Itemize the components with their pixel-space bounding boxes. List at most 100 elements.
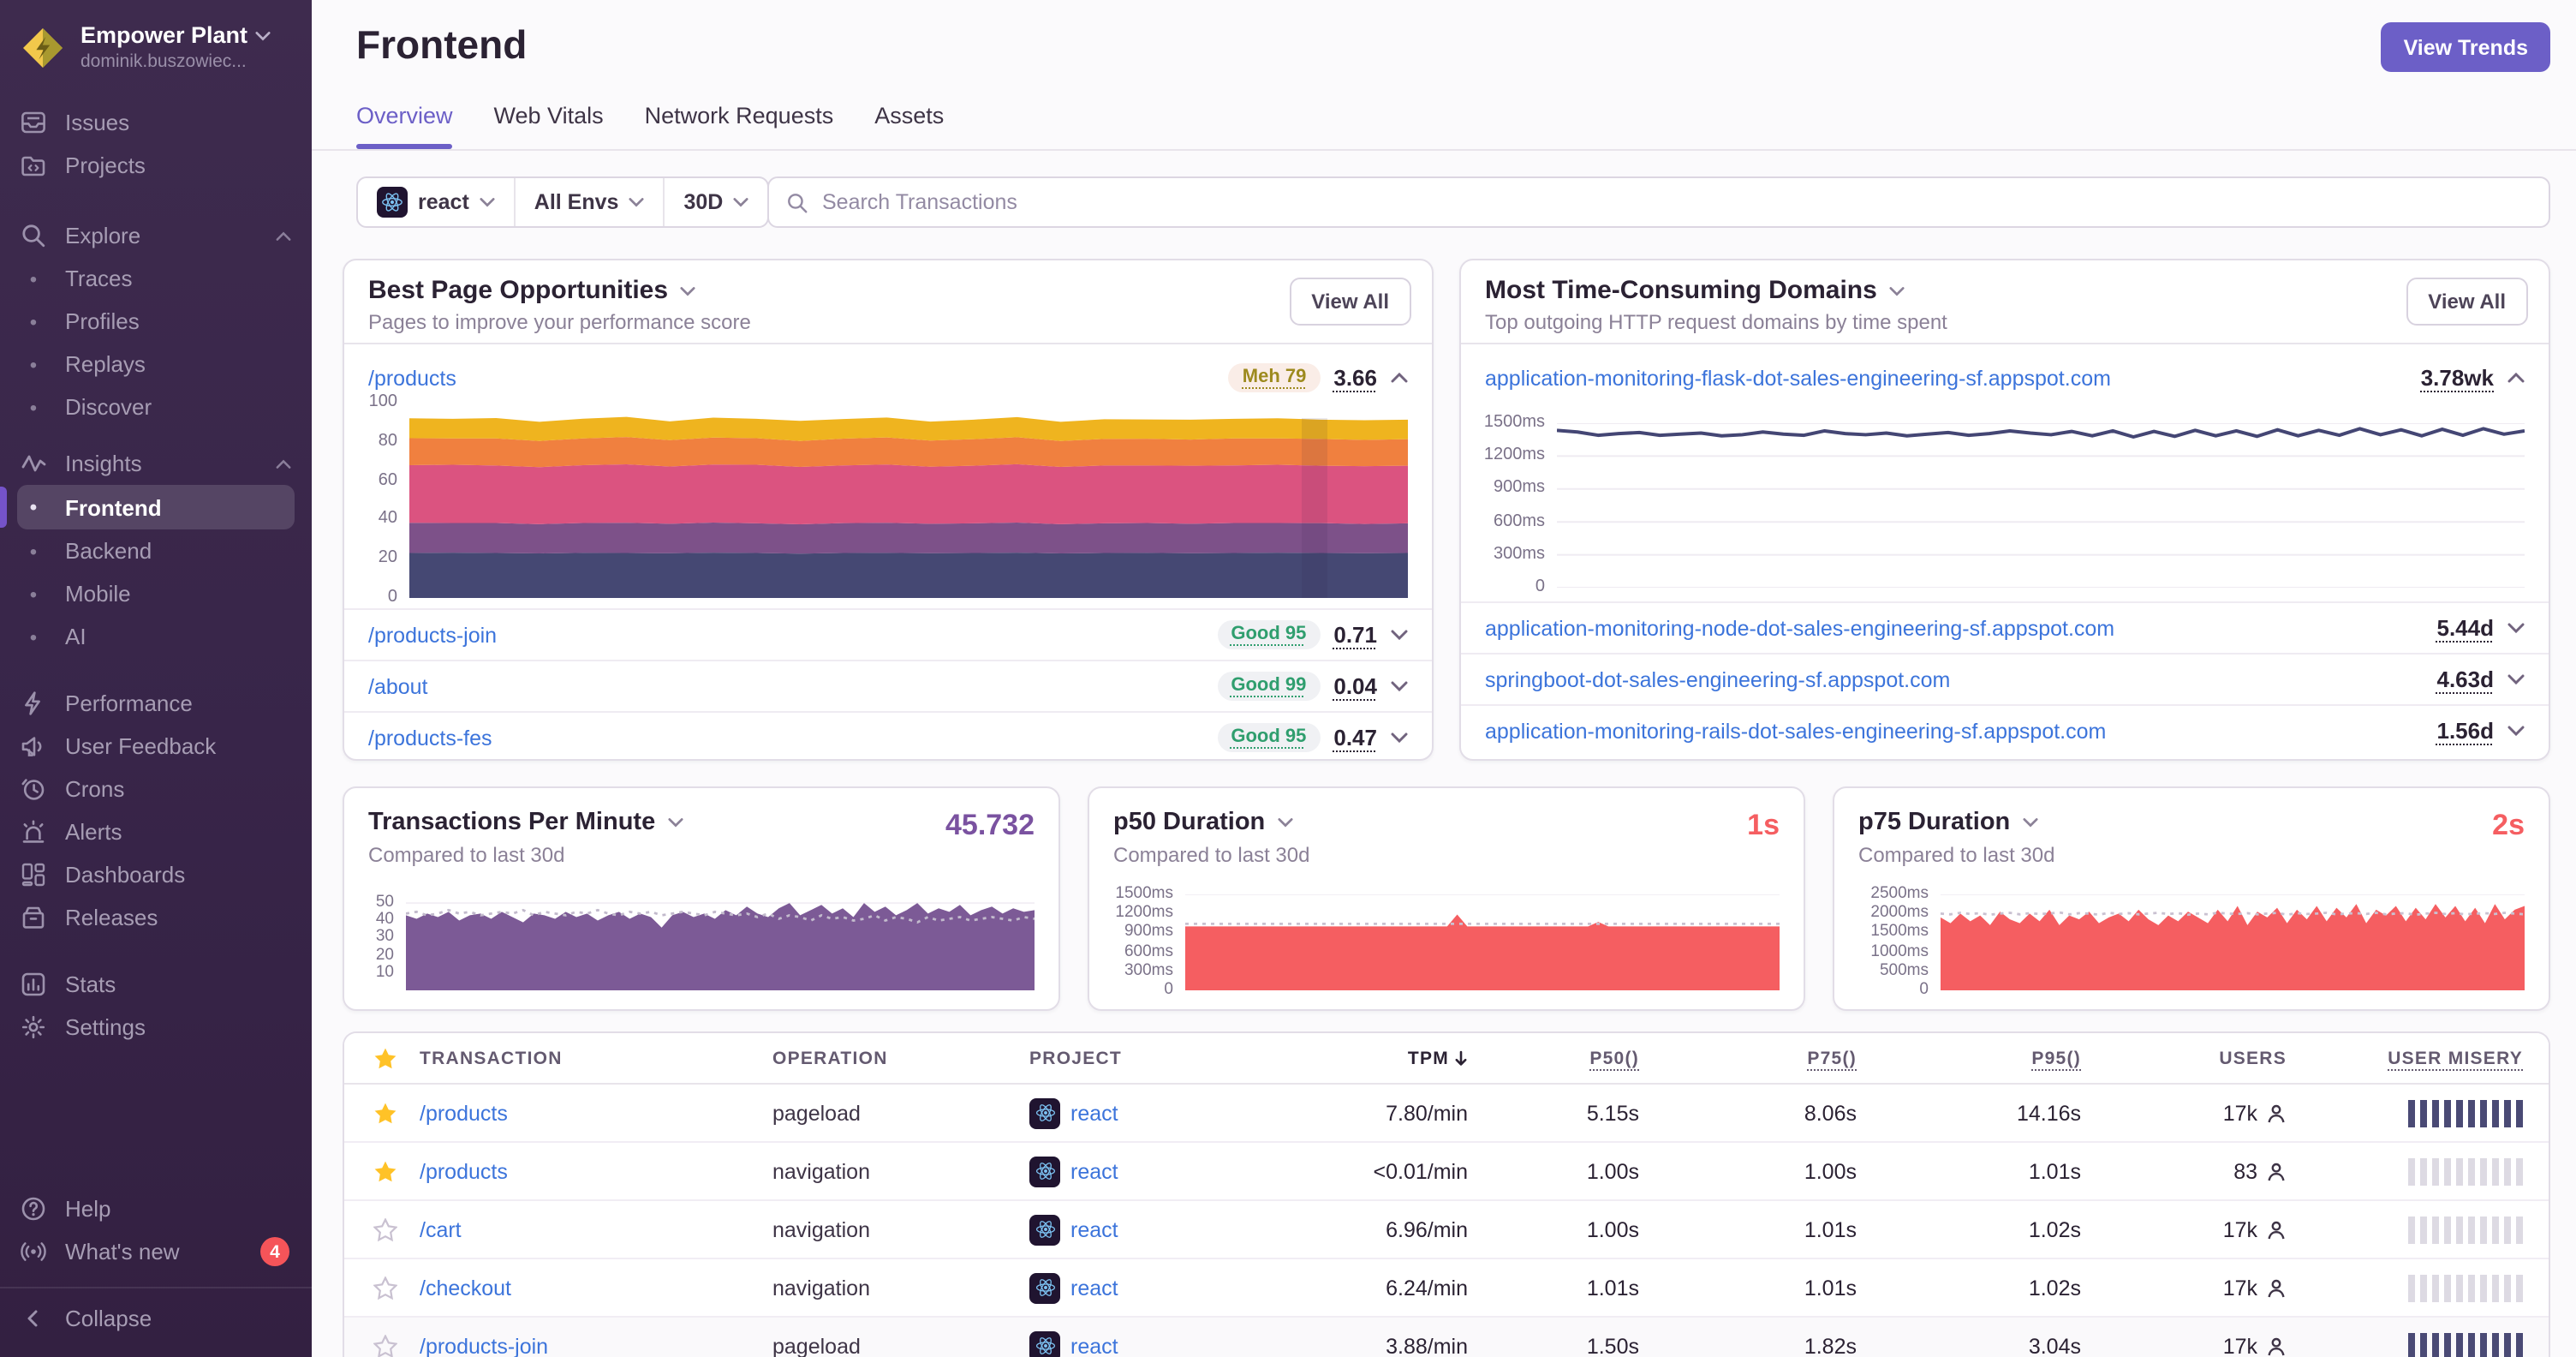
- sidebar-item-help[interactable]: Help: [0, 1187, 312, 1230]
- sidebar-item-issues[interactable]: Issues: [0, 101, 312, 144]
- score-badge[interactable]: Good 99: [1217, 672, 1321, 701]
- sidebar-item-settings[interactable]: Settings: [0, 1006, 312, 1049]
- sidebar-item-frontend[interactable]: • Frontend: [0, 485, 295, 529]
- chevron-up-icon[interactable]: [2507, 372, 2525, 384]
- chevron-down-icon[interactable]: [2507, 673, 2525, 685]
- tab-overview[interactable]: Overview: [356, 103, 454, 149]
- tab-network-requests[interactable]: Network Requests: [645, 103, 834, 149]
- domain-link[interactable]: application-monitoring-rails-dot-sales-e…: [1485, 719, 2106, 743]
- time-spent-value[interactable]: 3.78wk: [2421, 365, 2494, 391]
- transaction-link[interactable]: /cart: [420, 1217, 462, 1241]
- chevron-down-icon[interactable]: [1391, 629, 1408, 641]
- table-row[interactable]: /products navigation react <0.01/min 1.0…: [344, 1143, 2549, 1201]
- score-badge[interactable]: Good 95: [1217, 620, 1321, 649]
- project-link[interactable]: react: [1070, 1159, 1118, 1183]
- page-link[interactable]: /products-join: [368, 623, 497, 647]
- favorite-star-icon[interactable]: [373, 1276, 397, 1300]
- project-link[interactable]: react: [1070, 1217, 1118, 1241]
- domain-row[interactable]: springboot-dot-sales-engineering-sf.apps…: [1461, 653, 2549, 704]
- view-all-button[interactable]: View All: [1289, 278, 1411, 326]
- page-link[interactable]: /products-fes: [368, 726, 492, 750]
- chevron-up-icon[interactable]: [1391, 372, 1408, 384]
- sidebar-item-mobile[interactable]: • Mobile: [0, 572, 312, 615]
- sidebar-item-discover[interactable]: • Discover: [0, 386, 312, 428]
- domain-row[interactable]: application-monitoring-rails-dot-sales-e…: [1461, 704, 2549, 756]
- sidebar-item-projects[interactable]: Projects: [0, 144, 312, 187]
- column-header-p95[interactable]: P95(): [1857, 1048, 2081, 1068]
- sidebar-item-whats-new[interactable]: What's new 4: [0, 1230, 312, 1273]
- chevron-down-icon[interactable]: [680, 285, 695, 296]
- column-header-users[interactable]: USERS: [2081, 1048, 2287, 1068]
- column-header-project[interactable]: PROJECT: [1029, 1048, 1303, 1068]
- tab-web-vitals[interactable]: Web Vitals: [494, 103, 604, 149]
- sidebar-item-alerts[interactable]: Alerts: [0, 810, 312, 853]
- sidebar-item-replays[interactable]: • Replays: [0, 343, 312, 386]
- project-filter[interactable]: react: [358, 178, 514, 226]
- column-header-operation[interactable]: OPERATION: [772, 1048, 1029, 1068]
- date-range-filter[interactable]: 30D: [663, 178, 767, 226]
- chevron-down-icon[interactable]: [1391, 732, 1408, 744]
- table-row[interactable]: /checkout navigation react 6.24/min 1.01…: [344, 1259, 2549, 1318]
- project-link[interactable]: react: [1070, 1101, 1118, 1125]
- chevron-down-icon[interactable]: [2022, 817, 2037, 828]
- sidebar-group-explore[interactable]: Explore: [0, 214, 312, 257]
- chevron-down-icon[interactable]: [2507, 622, 2525, 634]
- chevron-down-icon[interactable]: [2507, 725, 2525, 737]
- view-trends-button[interactable]: View Trends: [2381, 22, 2550, 72]
- view-all-button[interactable]: View All: [2406, 278, 2528, 326]
- opportunity-score[interactable]: 0.47: [1333, 725, 1377, 750]
- domain-link[interactable]: springboot-dot-sales-engineering-sf.apps…: [1485, 667, 1950, 691]
- sidebar-item-dashboards[interactable]: Dashboards: [0, 853, 312, 896]
- chevron-down-icon[interactable]: [1889, 285, 1905, 296]
- table-row[interactable]: /products-join pageload react 3.88/min 1…: [344, 1318, 2549, 1357]
- transaction-link[interactable]: /products: [420, 1159, 508, 1183]
- column-header-p50[interactable]: P50(): [1468, 1048, 1639, 1068]
- project-link[interactable]: react: [1070, 1276, 1118, 1300]
- table-row[interactable]: /products pageload react 7.80/min 5.15s …: [344, 1085, 2549, 1143]
- sidebar-item-backend[interactable]: • Backend: [0, 529, 312, 572]
- domain-row[interactable]: application-monitoring-node-dot-sales-en…: [1461, 601, 2549, 653]
- sidebar-item-user-feedback[interactable]: User Feedback: [0, 725, 312, 768]
- sidebar-item-performance[interactable]: Performance: [0, 682, 312, 725]
- column-header-transaction[interactable]: TRANSACTION: [420, 1048, 772, 1068]
- tab-assets[interactable]: Assets: [874, 103, 944, 149]
- opportunity-row[interactable]: /products-join Good 95 0.71: [344, 608, 1432, 660]
- sidebar-item-crons[interactable]: Crons: [0, 768, 312, 810]
- project-link[interactable]: react: [1070, 1334, 1118, 1357]
- sidebar-group-insights[interactable]: Insights: [0, 442, 312, 485]
- domain-link[interactable]: application-monitoring-node-dot-sales-en…: [1485, 616, 2114, 640]
- column-header-tpm[interactable]: TPM: [1303, 1048, 1468, 1068]
- page-link[interactable]: /products: [368, 366, 456, 390]
- opportunity-score[interactable]: 0.71: [1333, 622, 1377, 648]
- environment-filter[interactable]: All Envs: [513, 178, 664, 226]
- transaction-link[interactable]: /checkout: [420, 1276, 511, 1300]
- domain-link[interactable]: application-monitoring-flask-dot-sales-e…: [1485, 366, 2111, 390]
- column-header-p75[interactable]: P75(): [1639, 1048, 1857, 1068]
- sidebar-item-traces[interactable]: • Traces: [0, 257, 312, 300]
- search-transactions-input[interactable]: [822, 190, 2531, 214]
- opportunity-score[interactable]: 0.04: [1333, 673, 1377, 699]
- column-header-user-misery[interactable]: USER MISERY: [2287, 1048, 2549, 1068]
- opportunity-row[interactable]: /products-fes Good 95 0.47: [344, 711, 1432, 762]
- chevron-down-icon[interactable]: [1391, 680, 1408, 692]
- favorite-star-icon[interactable]: [373, 1217, 397, 1241]
- chevron-down-icon[interactable]: [1277, 817, 1292, 828]
- opportunity-row[interactable]: /about Good 99 0.04: [344, 660, 1432, 711]
- transaction-link[interactable]: /products: [420, 1101, 508, 1125]
- score-badge[interactable]: Good 95: [1217, 723, 1321, 752]
- favorites-column-star-icon[interactable]: [373, 1046, 397, 1070]
- favorite-star-icon[interactable]: [373, 1101, 397, 1125]
- transaction-link[interactable]: /products-join: [420, 1334, 548, 1357]
- sidebar-item-releases[interactable]: Releases: [0, 896, 312, 939]
- time-spent-value[interactable]: 4.63d: [2437, 667, 2495, 692]
- sidebar-collapse-button[interactable]: Collapse: [0, 1297, 312, 1340]
- chevron-down-icon[interactable]: [667, 817, 683, 828]
- sidebar-item-ai[interactable]: • AI: [0, 615, 312, 658]
- table-row[interactable]: /cart navigation react 6.96/min 1.00s 1.…: [344, 1201, 2549, 1259]
- sidebar-item-stats[interactable]: Stats: [0, 963, 312, 1006]
- score-badge[interactable]: Meh 79: [1228, 363, 1321, 392]
- sidebar-item-profiles[interactable]: • Profiles: [0, 300, 312, 343]
- time-spent-value[interactable]: 1.56d: [2437, 718, 2495, 744]
- time-spent-value[interactable]: 5.44d: [2437, 615, 2495, 641]
- favorite-star-icon[interactable]: [373, 1159, 397, 1183]
